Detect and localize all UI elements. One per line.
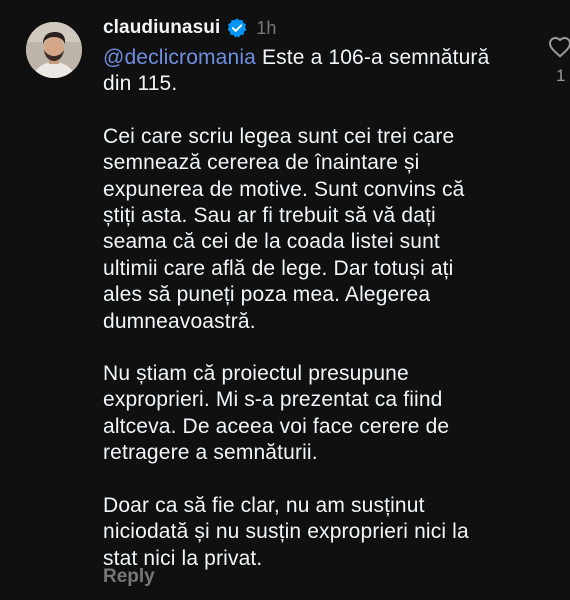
- text-line: ales să puneți poza mea. Alegerea: [103, 283, 431, 307]
- first-line-continuation: din 115.: [103, 72, 178, 96]
- text-line: ultimii care află de lege. Dar totuși aț…: [103, 256, 454, 280]
- avatar[interactable]: [26, 22, 82, 78]
- comment-body: @declicromania Este a 106-a semnătură di…: [103, 45, 523, 572]
- text-line: retragere a semnăturii.: [103, 441, 318, 465]
- paragraph-3: Nu știam că proiectul presupune expropri…: [103, 361, 523, 467]
- like-count: 1: [556, 66, 566, 85]
- comment-header: claudiunasui 1h: [103, 14, 276, 42]
- text-line: seama că cei de la coada listei sunt: [103, 230, 440, 254]
- paragraph-1: @declicromania Este a 106-a semnătură di…: [103, 45, 523, 98]
- text-line: semnează cererea de înaintare și: [103, 151, 420, 175]
- verified-badge-icon: [227, 18, 247, 38]
- text-line: Doar ca să fie clar, nu am susținut: [103, 493, 425, 517]
- text-line: Cei care scriu legea sunt cei trei care: [103, 124, 455, 148]
- timestamp: 1h: [256, 17, 277, 38]
- text-line: dumneavoastră.: [103, 309, 256, 333]
- text-line: expunerea de motive. Sunt convins că: [103, 177, 465, 201]
- username[interactable]: claudiunasui: [103, 17, 220, 39]
- heart-outline-icon[interactable]: [548, 36, 570, 58]
- avatar-photo: [26, 22, 82, 78]
- paragraph-2: Cei care scriu legea sunt cei trei care …: [103, 124, 523, 335]
- mention-link[interactable]: @declicromania: [103, 46, 256, 69]
- paragraph-4: Doar ca să fie clar, nu am susținut nici…: [103, 493, 523, 572]
- text-line: știți asta. Sau ar fi trebuit să vă dați: [103, 204, 436, 228]
- comment: claudiunasui 1h @declicromania Este a 10…: [0, 0, 570, 600]
- text-line: exproprieri. Mi s-a prezentat ca fiind: [103, 388, 443, 412]
- text-line: Nu știam că proiectul presupune: [103, 362, 409, 386]
- first-line-text: Este a 106-a semnătură: [255, 46, 490, 69]
- text-line: niciodată și nu susțin exproprieri nici …: [103, 520, 469, 544]
- text-line: altceva. De aceea voi face cerere de: [103, 414, 450, 438]
- reply-button[interactable]: Reply: [103, 566, 155, 588]
